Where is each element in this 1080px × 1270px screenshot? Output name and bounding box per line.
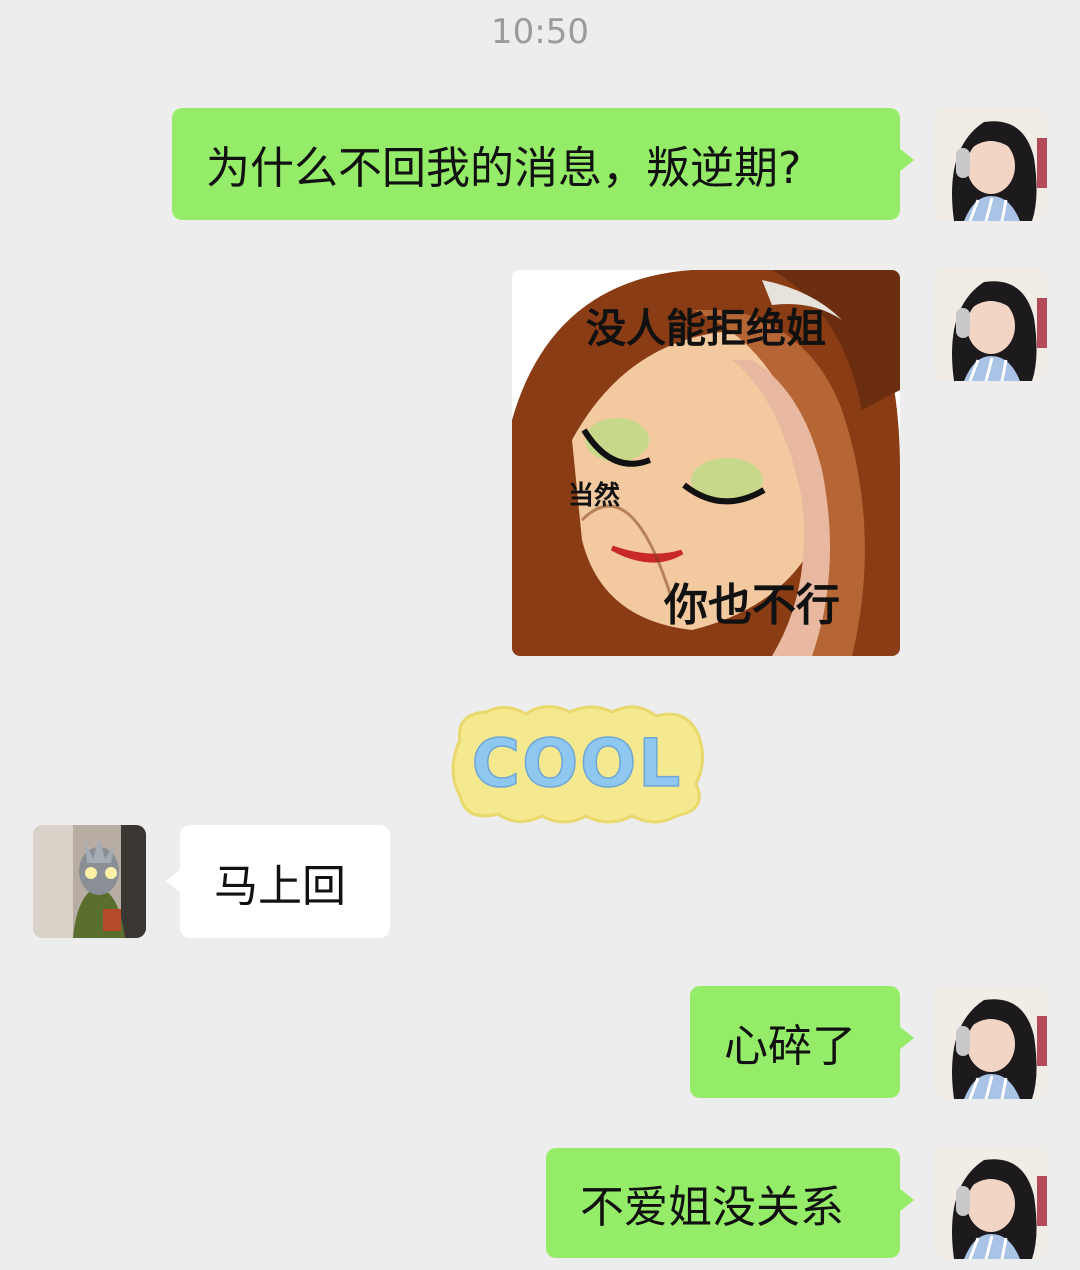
peer-avatar[interactable] bbox=[33, 825, 146, 938]
message-text: 不爱姐没关系 bbox=[580, 1182, 844, 1233]
self-avatar[interactable] bbox=[934, 1146, 1047, 1259]
cool-sticker-text: COOL bbox=[472, 725, 683, 802]
incoming-message-bubble[interactable]: 马上回 bbox=[166, 825, 390, 938]
meme-woman-eyes-closed-icon: 没人能拒绝姐 当然 你也不行 bbox=[512, 270, 900, 656]
self-avatar[interactable] bbox=[934, 986, 1047, 1099]
self-avatar[interactable] bbox=[934, 268, 1047, 381]
outgoing-message-bubble[interactable]: 心碎了 bbox=[690, 986, 914, 1098]
girl-headphones-avatar-icon bbox=[934, 1146, 1047, 1259]
meme-caption-top: 没人能拒绝姐 bbox=[586, 306, 826, 352]
girl-headphones-avatar-icon bbox=[934, 986, 1047, 1099]
girl-headphones-avatar-icon bbox=[934, 268, 1047, 381]
meme-caption-bottom: 你也不行 bbox=[663, 580, 840, 631]
cool-clay-sticker-icon: COOL bbox=[451, 705, 704, 824]
girl-headphones-avatar-icon bbox=[934, 108, 1047, 221]
meme-caption-mid: 当然 bbox=[568, 480, 620, 511]
outgoing-message-bubble[interactable]: 为什么不回我的消息，叛逆期? bbox=[172, 108, 914, 220]
message-text: 心碎了 bbox=[724, 1021, 856, 1072]
message-text: 为什么不回我的消息，叛逆期? bbox=[206, 143, 802, 194]
meme-sticker[interactable]: 没人能拒绝姐 当然 你也不行 bbox=[512, 270, 900, 656]
message-text: 马上回 bbox=[214, 860, 346, 912]
message-timestamp: 10:50 bbox=[491, 12, 589, 52]
cool-sticker[interactable]: COOL bbox=[446, 700, 708, 828]
outgoing-message-bubble[interactable]: 不爱姐没关系 bbox=[546, 1148, 914, 1258]
self-avatar[interactable] bbox=[934, 108, 1047, 221]
masked-figure-avatar-icon bbox=[33, 825, 146, 938]
